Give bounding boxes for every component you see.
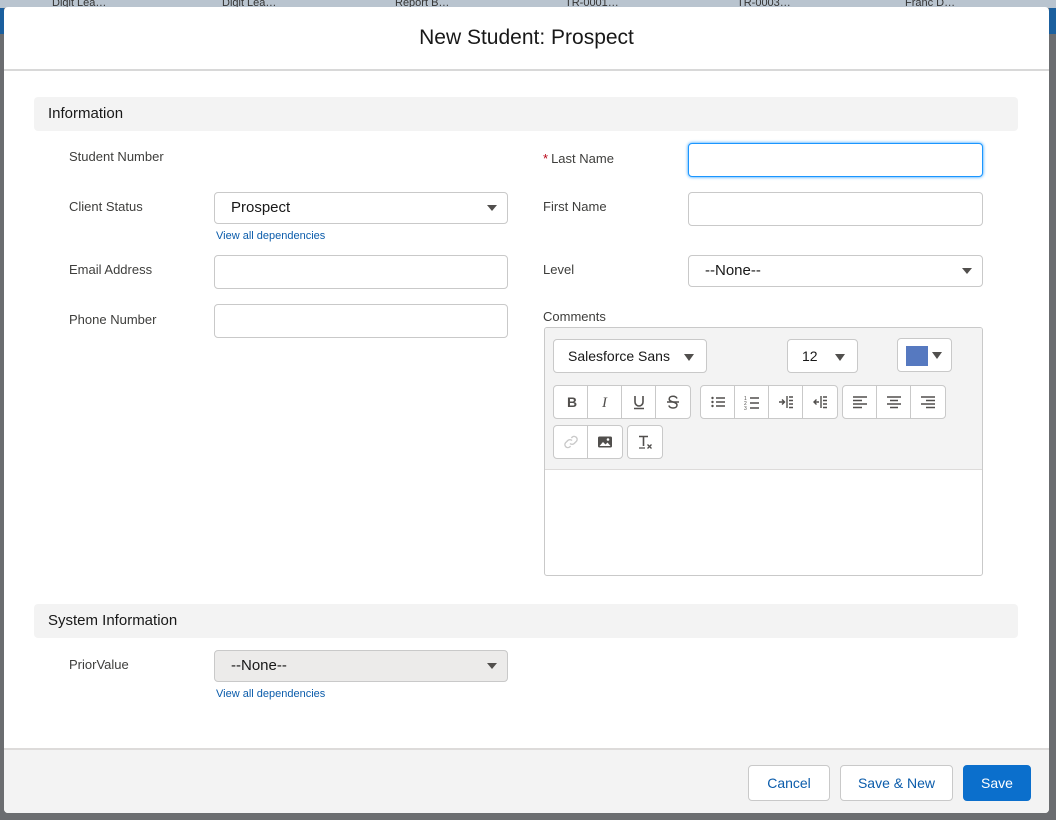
save-button[interactable]: Save [963,765,1031,801]
save-and-new-button[interactable]: Save & New [840,765,953,801]
background-nav-strip [1049,8,1056,34]
chevron-down-icon [487,663,497,669]
chevron-down-icon [835,354,845,361]
client-status-label: Client Status [69,199,143,214]
section-header-information[interactable]: Information [34,97,1018,131]
chevron-down-icon [684,354,694,361]
indent-icon[interactable] [769,386,803,418]
format-button-group: B I [553,385,691,419]
clear-format-button-group [627,425,663,459]
modal-title: New Student: Prospect [419,26,634,49]
last-name-label-text: Last Name [551,151,614,166]
align-button-group [842,385,946,419]
list-button-group: 123 [700,385,838,419]
bold-icon[interactable]: B [554,386,588,418]
underline-icon[interactable] [622,386,656,418]
remove-formatting-icon[interactable] [628,426,662,458]
required-marker: * [543,151,549,166]
comments-rich-text-editor: Salesforce Sans 12 B I 1 2 3 [544,327,983,576]
chevron-down-icon [962,268,972,274]
prior-value-label: PriorValue [69,657,129,672]
align-left-icon[interactable] [843,386,877,418]
level-label: Level [543,262,575,277]
client-status-value: Prospect [231,199,291,216]
modal-footer: Cancel Save & New Save [4,748,1049,813]
phone-number-label: Phone Number [69,312,157,327]
new-student-modal: New Student: Prospect Information Studen… [4,7,1049,813]
strikethrough-icon[interactable] [656,386,690,418]
level-value: --None-- [705,262,761,279]
italic-icon[interactable]: I [588,386,622,418]
font-family-value: Salesforce Sans [568,348,670,364]
numbered-list-icon[interactable]: 123 [735,386,769,418]
chevron-down-icon [932,352,942,359]
bulleted-list-icon[interactable] [701,386,735,418]
outdent-icon[interactable] [803,386,837,418]
svg-text:3: 3 [744,406,747,410]
comments-label: Comments [543,309,606,324]
link-icon[interactable] [554,426,588,458]
last-name-input[interactable] [688,143,983,177]
modal-body[interactable]: Information Student Number Client Status… [4,71,1049,747]
client-status-dependencies-link[interactable]: View all dependencies [216,230,325,242]
text-color-swatch [906,346,928,366]
prior-value-dependencies-link[interactable]: View all dependencies [216,688,325,700]
first-name-label: First Name [543,199,607,214]
cancel-button[interactable]: Cancel [748,765,830,801]
font-size-value: 12 [802,348,818,364]
student-number-label: Student Number [69,149,164,164]
align-center-icon[interactable] [877,386,911,418]
font-family-select[interactable]: Salesforce Sans [553,339,707,373]
modal-header: New Student: Prospect [4,7,1049,71]
chevron-down-icon [487,205,497,211]
editor-toolbar: Salesforce Sans 12 B I 1 2 3 [545,328,982,470]
client-status-select[interactable]: Prospect [214,192,508,224]
last-name-label: * Last Name [543,151,614,166]
align-right-icon[interactable] [911,386,945,418]
insert-button-group [553,425,623,459]
editor-content-area[interactable] [545,470,982,575]
prior-value-select[interactable]: --None-- [214,650,508,682]
section-header-system-information[interactable]: System Information [34,604,1018,638]
image-icon[interactable] [588,426,622,458]
level-select[interactable]: --None-- [688,255,983,287]
first-name-input[interactable] [688,192,983,226]
font-size-select[interactable]: 12 [787,339,858,373]
svg-text:I: I [601,395,608,410]
email-address-label: Email Address [69,262,153,277]
prior-value-value: --None-- [231,657,287,674]
svg-text:B: B [567,394,577,410]
text-color-button[interactable] [897,338,952,372]
phone-number-input[interactable] [214,304,508,338]
email-address-input[interactable] [214,255,508,289]
